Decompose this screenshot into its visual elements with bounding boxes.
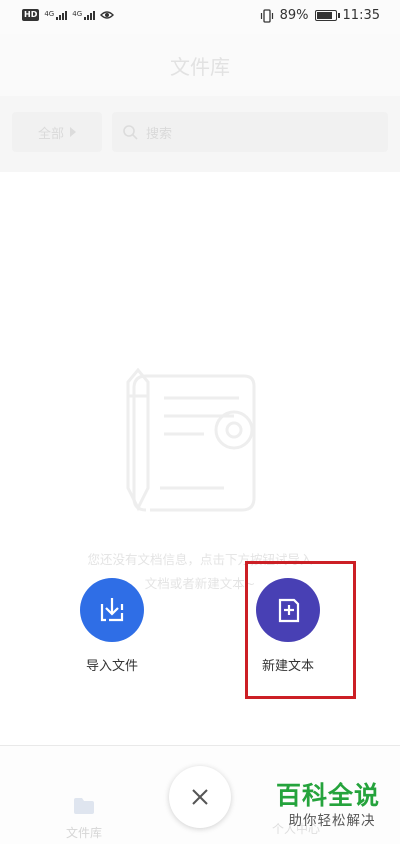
page-title: 文件库: [170, 54, 230, 79]
hd-badge: HD: [22, 9, 40, 21]
status-right-group: 89% 11:35: [260, 8, 380, 23]
filter-all-label: 全部: [37, 126, 64, 142]
search-input[interactable]: 搜索: [112, 112, 388, 152]
filter-all-dropdown[interactable]: 全部: [12, 112, 102, 152]
empty-document-illustration: [126, 368, 256, 512]
network-type-label: 4G: [44, 9, 55, 18]
eye-icon: [100, 11, 115, 19]
watermark: 百科全说 助你轻松解决: [276, 781, 388, 831]
network-type-label-2: 4G: [72, 9, 83, 18]
status-bar: HD 4G 4G 89% 11:35: [0, 0, 400, 34]
clock: 11:35: [342, 8, 380, 23]
battery-icon: [314, 10, 340, 21]
battery-percent: 89%: [279, 8, 309, 23]
import-file-circle[interactable]: [80, 578, 144, 642]
signal-icon: 4G: [44, 9, 68, 20]
import-file-button[interactable]: 导入文件: [62, 578, 162, 674]
import-icon: [100, 598, 124, 622]
nav-library-label: 文件库: [65, 826, 102, 840]
watermark-subtitle: 助你轻松解决: [288, 813, 376, 829]
nav-item-library[interactable]: 文件库: [54, 796, 114, 841]
close-button[interactable]: [169, 766, 231, 828]
search-placeholder: 搜索: [146, 126, 173, 142]
signal-icon-2: 4G: [72, 9, 96, 20]
highlight-box: [245, 561, 356, 699]
filter-bar: 全部 搜索: [0, 96, 400, 172]
import-file-label: 导入文件: [85, 659, 138, 674]
folder-icon: [74, 798, 94, 814]
search-icon: [123, 125, 138, 140]
vibrate-icon: [260, 8, 273, 23]
status-left-group: HD 4G 4G: [22, 9, 115, 21]
caret-right-icon: [70, 127, 76, 137]
header: 文件库: [0, 34, 400, 96]
watermark-title: 百科全说: [276, 781, 381, 810]
close-icon: [192, 789, 208, 805]
